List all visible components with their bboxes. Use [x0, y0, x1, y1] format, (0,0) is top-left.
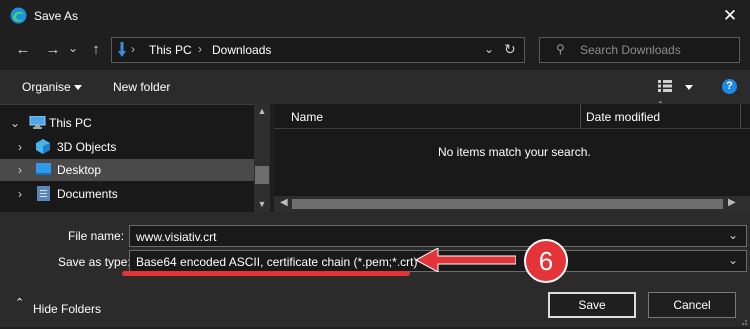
- scroll-down-icon[interactable]: ▼: [254, 199, 270, 211]
- help-icon[interactable]: ?: [722, 79, 737, 94]
- expand-chevron-icon[interactable]: ⌄: [10, 116, 20, 130]
- computer-icon: [29, 115, 46, 129]
- address-dropdown-icon[interactable]: ⌄: [484, 42, 494, 56]
- breadcrumb-separator: ›: [198, 42, 202, 56]
- sidebar-item-this-pc[interactable]: ⌄ This PC: [0, 112, 254, 134]
- recent-locations-chevron-icon[interactable]: ⌄: [66, 38, 80, 58]
- organise-dropdown-icon: [74, 85, 82, 90]
- title-bar: [0, 0, 750, 32]
- column-header-name[interactable]: Name: [291, 110, 323, 124]
- 3d-objects-icon: [36, 139, 50, 154]
- new-folder-button[interactable]: New folder: [113, 80, 170, 94]
- edge-browser-icon: [10, 7, 27, 24]
- scrollbar-thumb[interactable]: [255, 166, 269, 184]
- close-icon[interactable]: ✕: [720, 6, 740, 26]
- sidebar-item-label: Desktop: [57, 163, 102, 177]
- savetype-label: Save as type:: [58, 255, 131, 269]
- column-header-date-modified[interactable]: Date modified: [586, 110, 660, 124]
- forward-arrow-icon[interactable]: →: [42, 40, 64, 60]
- window-title: Save As: [34, 9, 79, 23]
- column-divider[interactable]: [740, 104, 741, 128]
- horizontal-scrollbar-thumb[interactable]: [292, 199, 723, 209]
- scroll-right-icon[interactable]: ▶: [728, 197, 736, 208]
- search-placeholder: Search Downloads: [580, 43, 681, 57]
- sidebar-item-label: 3D Objects: [57, 140, 117, 154]
- empty-folder-message: No items match your search.: [438, 145, 591, 159]
- filename-dropdown-icon[interactable]: ⌄: [728, 228, 738, 242]
- view-dropdown-icon[interactable]: [685, 85, 693, 90]
- cancel-button[interactable]: Cancel: [648, 292, 736, 318]
- up-arrow-icon[interactable]: ↑: [85, 40, 107, 60]
- back-arrow-icon[interactable]: ←: [12, 40, 34, 60]
- sidebar-item-documents[interactable]: › Documents: [0, 183, 254, 205]
- sidebar-item-3d-objects[interactable]: › 3D Objects: [0, 136, 254, 158]
- savetype-dropdown-icon[interactable]: ⌄: [728, 253, 738, 267]
- address-bar[interactable]: › This PC › Downloads ⌄ ↻: [111, 37, 525, 63]
- hide-folders-chevron-icon[interactable]: ⌃: [15, 296, 24, 309]
- search-icon: ⚲: [556, 42, 565, 56]
- organise-menu-button[interactable]: Organise: [22, 80, 71, 94]
- savetype-value: Base64 encoded ASCII, certificate chain …: [136, 255, 418, 269]
- filename-value: www.visiativ.crt: [136, 230, 217, 244]
- save-button[interactable]: Save: [548, 292, 636, 318]
- breadcrumb-downloads[interactable]: Downloads: [212, 43, 271, 57]
- refresh-icon[interactable]: ↻: [504, 41, 516, 58]
- resize-grip-icon[interactable]: [738, 315, 748, 325]
- scroll-left-icon[interactable]: ◀: [280, 197, 288, 208]
- breadcrumb-this-pc[interactable]: This PC: [149, 43, 192, 57]
- annotation-underline: [122, 271, 410, 276]
- expand-chevron-icon[interactable]: ›: [18, 187, 22, 201]
- column-divider[interactable]: [580, 104, 581, 128]
- desktop-icon: [36, 163, 51, 175]
- expand-chevron-icon[interactable]: ›: [18, 163, 22, 177]
- scroll-up-icon[interactable]: ▲: [254, 106, 270, 118]
- breadcrumb-separator: ›: [131, 42, 135, 56]
- expand-chevron-icon[interactable]: ›: [18, 140, 22, 154]
- sidebar-item-label: Documents: [57, 187, 118, 201]
- annotation-step-badge: 6: [524, 239, 568, 283]
- navigation-pane-scrollbar[interactable]: [254, 104, 270, 212]
- filename-input[interactable]: www.visiativ.crt ⌄: [129, 225, 747, 247]
- view-options-icon[interactable]: [658, 80, 672, 92]
- sidebar-item-desktop[interactable]: › Desktop: [0, 159, 254, 181]
- hide-folders-button[interactable]: Hide Folders: [33, 302, 101, 316]
- download-arrow-icon: [118, 42, 126, 58]
- sidebar-item-label: This PC: [49, 116, 92, 130]
- search-box[interactable]: ⚲ Search Downloads: [539, 37, 740, 63]
- annotation-arrow-icon: [414, 247, 517, 273]
- filename-label: File name:: [68, 229, 125, 243]
- documents-icon: [37, 186, 50, 201]
- sort-indicator-icon: ⌃: [657, 100, 664, 109]
- header-separator: [274, 128, 750, 129]
